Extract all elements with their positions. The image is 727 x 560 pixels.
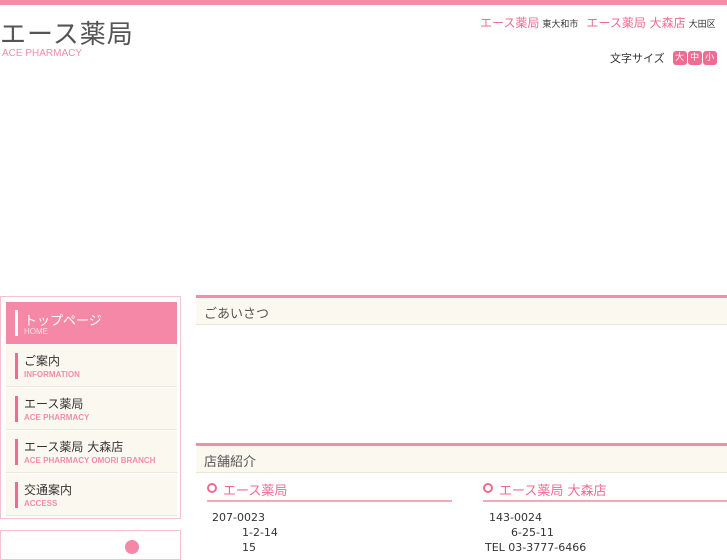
site-logo[interactable]: エース薬局 xyxy=(0,14,134,51)
store-name[interactable]: エース薬局 xyxy=(223,480,287,499)
store-card-higashiyamato: エース薬局 xyxy=(207,478,452,502)
sidebar-item-information[interactable]: ご案内 INFORMATION xyxy=(6,345,177,387)
header-store-link-omori[interactable]: エース薬局 大森店 xyxy=(586,16,685,30)
location-pin-icon xyxy=(207,483,217,493)
store-address-line: 6-25-11 xyxy=(511,526,554,539)
font-size-label: 文字サイズ xyxy=(610,52,665,65)
section-title: ごあいさつ xyxy=(204,307,270,322)
nav-marker xyxy=(15,353,18,379)
sidebar-item-label: エース薬局 xyxy=(24,397,84,411)
store-address-line: 1-2-14 xyxy=(242,526,278,539)
section-title: 店舗紹介 xyxy=(204,455,257,470)
sidebar-item-label: 交通案内 xyxy=(24,483,73,497)
sidebar-item-access[interactable]: 交通案内 ACCESS xyxy=(6,474,177,516)
sidebar-item-sublabel: ACE PHARMACY OMORI BRANCH xyxy=(24,456,156,465)
top-accent-bar xyxy=(0,0,727,5)
store-card-omori: エース薬局 大森店 xyxy=(483,478,727,502)
header-store-link-higashiyamato[interactable]: エース薬局 xyxy=(480,16,539,30)
sidebar-item-sublabel: ACCESS xyxy=(24,499,58,508)
sidebar-item-sublabel: HOME xyxy=(24,327,48,336)
nav-marker xyxy=(15,482,18,508)
header-store-links: エース薬局 東大和市 エース薬局 大森店 大田区 xyxy=(480,12,724,31)
sidebar-item-ace-pharmacy[interactable]: エース薬局 ACE PHARMACY xyxy=(6,388,177,430)
sidebar-item-sublabel: INFORMATION xyxy=(24,370,80,379)
sidebar-item-sublabel: ACE PHARMACY xyxy=(24,413,90,422)
sidebar-item-label: ご案内 xyxy=(24,354,61,368)
store-postal-code: 207-0023 xyxy=(212,511,265,524)
header-store-city: 大田区 xyxy=(688,20,716,30)
location-pin-icon xyxy=(483,483,493,493)
store-name-heading: エース薬局 大森店 xyxy=(483,478,727,502)
sidebar-item-label: エース薬局 大森店 xyxy=(24,440,124,454)
font-size-switcher: 文字サイズ大中小 xyxy=(610,50,717,66)
store-address-line: 15 xyxy=(242,541,256,554)
sidebar-item-omori-branch[interactable]: エース薬局 大森店 ACE PHARMACY OMORI BRANCH xyxy=(6,431,177,473)
site-logo-subtitle: ACE PHARMACY xyxy=(2,48,83,59)
circle-icon xyxy=(125,540,139,554)
sidebar-banner-box xyxy=(0,530,181,560)
store-name[interactable]: エース薬局 大森店 xyxy=(499,480,606,499)
store-postal-code: 143-0024 xyxy=(489,511,542,524)
sidebar-item-home[interactable]: トップページ HOME xyxy=(6,302,177,344)
font-size-small-button[interactable]: 小 xyxy=(702,51,717,65)
sidebar-nav: トップページ HOME ご案内 INFORMATION エース薬局 ACE PH… xyxy=(0,296,181,519)
header-store-city: 東大和市 xyxy=(542,20,579,30)
store-phone: TEL 03-3777-6466 xyxy=(485,541,587,554)
nav-marker xyxy=(15,396,18,422)
greeting-section-header: ごあいさつ xyxy=(196,295,727,325)
stores-section-header: 店舗紹介 xyxy=(196,443,727,473)
font-size-medium-button[interactable]: 中 xyxy=(687,51,702,65)
store-name-heading: エース薬局 xyxy=(207,478,452,502)
nav-marker xyxy=(15,439,18,465)
nav-marker xyxy=(15,310,18,336)
font-size-large-button[interactable]: 大 xyxy=(672,51,687,65)
